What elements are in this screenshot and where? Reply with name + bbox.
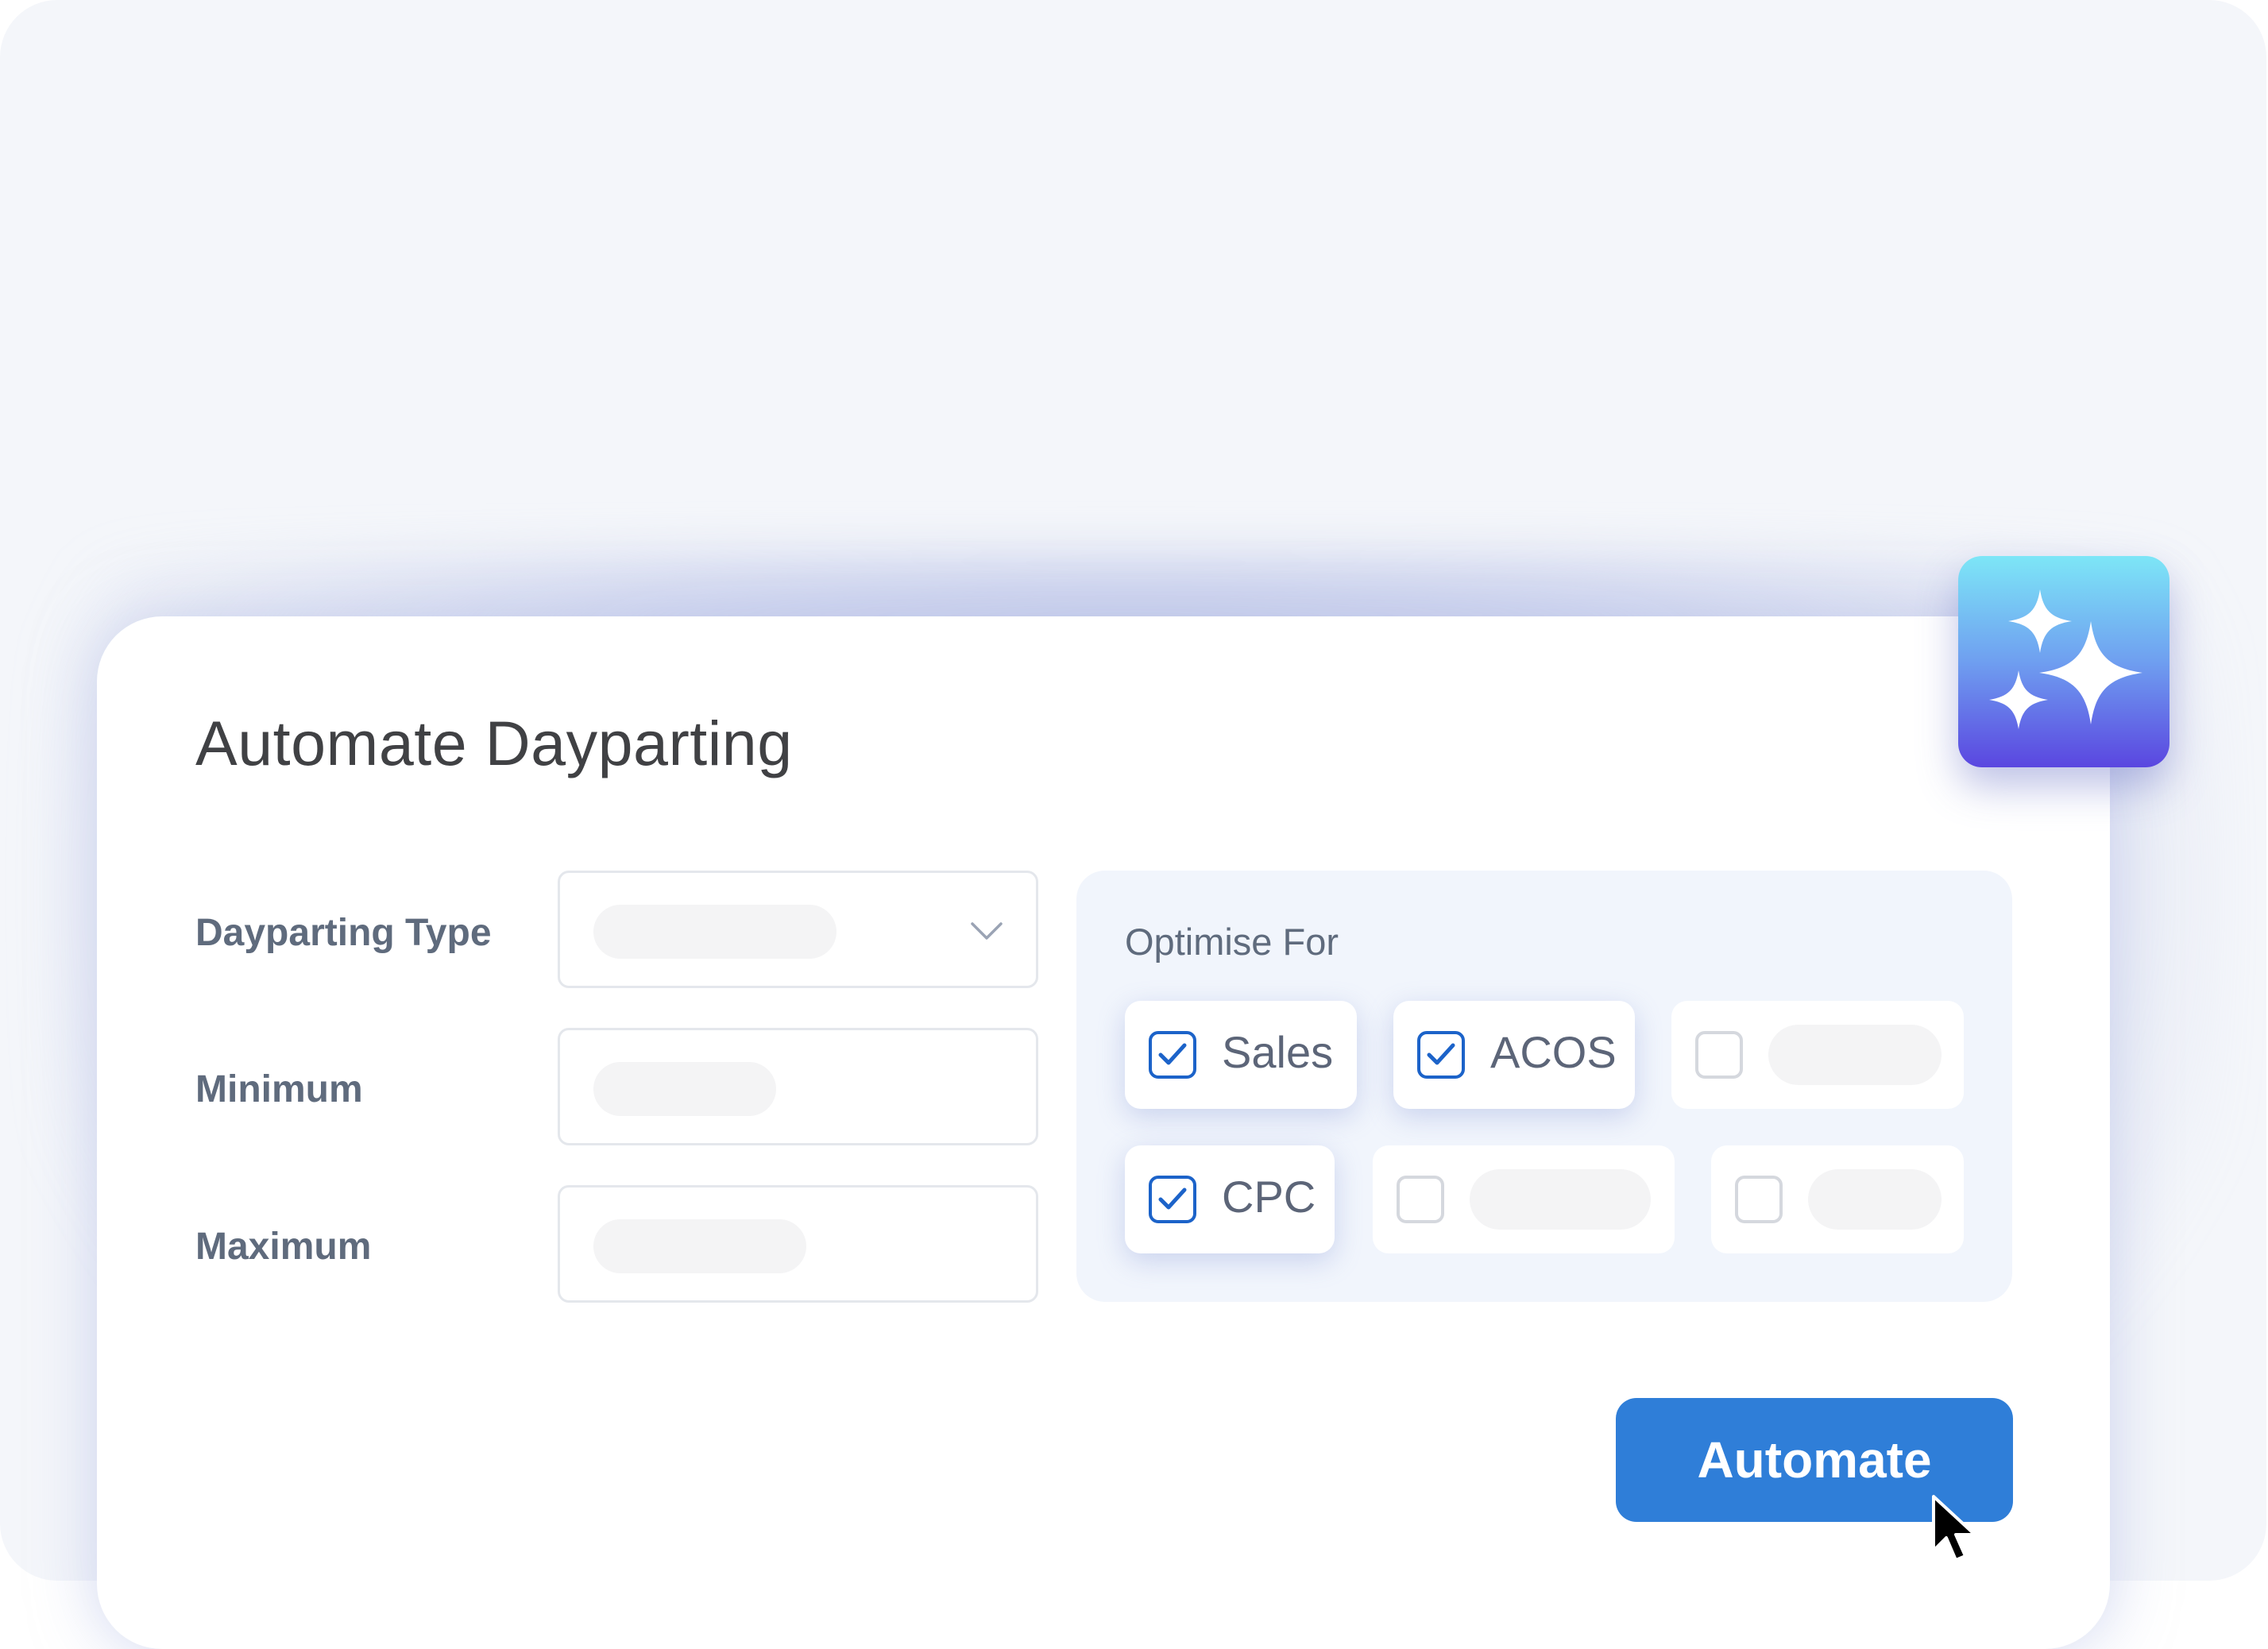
sparkles-icon	[1989, 589, 2142, 729]
acos-label: ACOS	[1490, 1027, 1617, 1077]
option-cpc[interactable]: CPC	[1125, 1145, 1335, 1253]
input-value-placeholder	[593, 1219, 806, 1273]
sales-label: Sales	[1222, 1027, 1334, 1077]
option-sales[interactable]: Sales	[1125, 1001, 1357, 1109]
maximum-label: Maximum	[195, 1226, 372, 1268]
cpc-checkbox[interactable]	[1149, 1176, 1196, 1223]
acos-checkbox[interactable]	[1417, 1031, 1465, 1079]
option-acos[interactable]: ACOS	[1393, 1001, 1635, 1109]
dayparting-type-label: Dayparting Type	[195, 912, 492, 954]
chevron-down-icon	[971, 922, 1003, 940]
option-placeholder[interactable]	[1373, 1145, 1675, 1253]
option-checkbox[interactable]	[1397, 1176, 1444, 1223]
checkmark-icon	[1158, 1188, 1187, 1210]
ai-badge	[1958, 556, 2169, 767]
checkmark-icon	[1427, 1043, 1455, 1065]
minimum-input[interactable]	[558, 1028, 1038, 1145]
checkmark-icon	[1158, 1043, 1187, 1065]
option-label-placeholder	[1808, 1169, 1942, 1230]
select-value-placeholder	[593, 905, 836, 959]
maximum-input[interactable]	[558, 1185, 1038, 1303]
cpc-label: CPC	[1222, 1172, 1316, 1222]
option-label-placeholder	[1470, 1169, 1651, 1230]
option-checkbox[interactable]	[1695, 1031, 1743, 1079]
minimum-label: Minimum	[195, 1068, 363, 1110]
option-placeholder[interactable]	[1671, 1001, 1964, 1109]
mouse-pointer-icon	[1932, 1495, 1976, 1562]
dialog-title: Automate Dayparting	[195, 708, 793, 778]
option-label-placeholder	[1768, 1025, 1942, 1085]
dayparting-type-select[interactable]	[558, 871, 1038, 988]
input-value-placeholder	[593, 1062, 776, 1116]
optimise-for-title: Optimise For	[1125, 921, 1339, 963]
option-placeholder[interactable]	[1711, 1145, 1964, 1253]
option-checkbox[interactable]	[1735, 1176, 1783, 1223]
sales-checkbox[interactable]	[1149, 1031, 1196, 1079]
